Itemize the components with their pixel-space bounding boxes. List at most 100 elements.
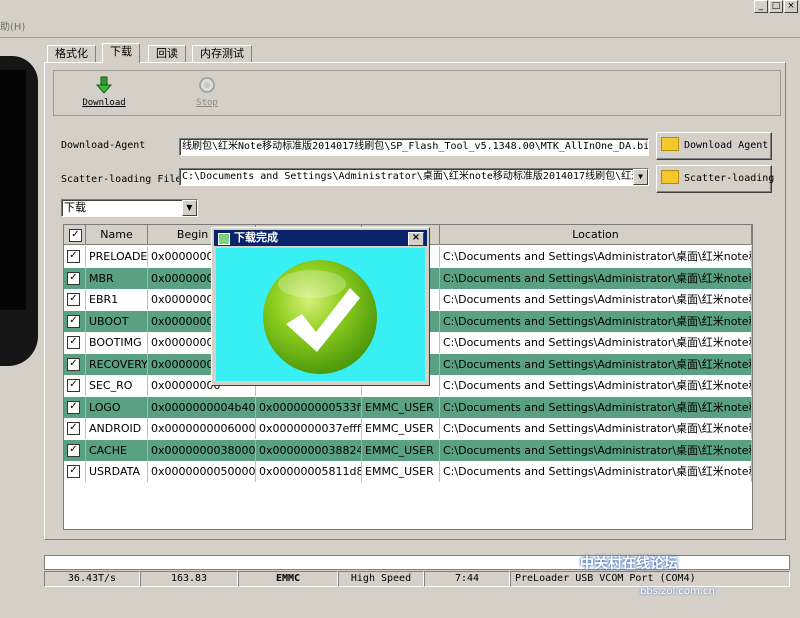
row-checkbox-cell: ✓ <box>64 332 86 353</box>
tab-readback[interactable]: 回读 <box>148 45 186 62</box>
row-checkbox-cell: ✓ <box>64 289 86 310</box>
phone-image <box>0 56 38 366</box>
cell-name: EBR1 <box>86 289 148 310</box>
watermark-site: 中关村在线论坛 <box>580 556 678 572</box>
app-window-frame: 助(H) _ □ × <box>0 0 800 38</box>
cell-end: 0x0000000037effff <box>256 418 362 439</box>
folder-icon <box>661 170 679 184</box>
table-row[interactable]: ✓ CACHE0x00000000380000000x00000000388240… <box>64 439 752 461</box>
tab-memory-test[interactable]: 内存测试 <box>192 45 252 62</box>
cell-name: BOOTIMG <box>86 332 148 353</box>
cell-location: C:\Documents and Settings\Administrator\… <box>440 396 752 418</box>
row-checkbox[interactable]: ✓ <box>67 443 80 457</box>
row-checkbox[interactable]: ✓ <box>67 336 80 349</box>
cell-region: EMMC_USER <box>362 439 440 461</box>
cell-region: EMMC_USER <box>362 418 440 439</box>
row-checkbox-cell: ✓ <box>64 246 86 267</box>
row-checkbox[interactable]: ✓ <box>67 314 80 328</box>
download-button[interactable]: Download <box>76 76 132 108</box>
mode-select[interactable]: 下载 ▼ <box>61 199 198 217</box>
app-icon <box>218 233 230 245</box>
cell-location: C:\Documents and Settings\Administrator\… <box>440 332 752 353</box>
cell-begin: 0x0000000004b40000 <box>148 396 256 418</box>
dialog-title-bar[interactable]: 下载完成 × <box>214 230 427 246</box>
row-checkbox[interactable]: ✓ <box>67 250 80 263</box>
cell-location: C:\Documents and Settings\Administrator\… <box>440 439 752 461</box>
checkmark-icon <box>263 260 377 374</box>
row-checkbox-cell: ✓ <box>64 439 86 461</box>
row-checkbox-cell: ✓ <box>64 461 86 482</box>
table-row[interactable]: ✓ LOGO0x0000000004b400000x000000000533fff… <box>64 396 752 418</box>
cell-end: 0x00000005811d813 <box>256 461 362 482</box>
table-row[interactable]: ✓ ANDROID0x00000000060000000x0000000037ef… <box>64 418 752 439</box>
cell-name: MBR <box>86 267 148 289</box>
header-location[interactable]: Location <box>440 225 752 245</box>
cell-location: C:\Documents and Settings\Administrator\… <box>440 246 752 267</box>
cell-region: EMMC_USER <box>362 396 440 418</box>
row-checkbox-cell: ✓ <box>64 375 86 396</box>
close-window-icon[interactable]: × <box>784 0 798 13</box>
folder-icon <box>661 137 679 151</box>
toolbar <box>53 70 781 116</box>
cell-end: 0x00000000388240e7 <box>256 439 362 461</box>
scatter-file-select[interactable]: C:\Documents and Settings\Administrator\… <box>179 168 649 186</box>
status-storage: EMMC <box>238 571 338 587</box>
minimize-icon[interactable]: _ <box>754 0 768 13</box>
status-speed: 36.43T/s <box>44 571 140 587</box>
row-checkbox-cell: ✓ <box>64 418 86 439</box>
cell-name: UBOOT <box>86 310 148 332</box>
stop-label: Stop <box>196 98 218 108</box>
cell-location: C:\Documents and Settings\Administrator\… <box>440 310 752 332</box>
row-checkbox-cell: ✓ <box>64 353 86 375</box>
stop-button[interactable]: Stop <box>184 76 230 108</box>
progress-bar <box>44 555 790 570</box>
row-checkbox-cell: ✓ <box>64 310 86 332</box>
download-label: Download <box>82 98 126 108</box>
cell-begin: 0x0000000050000000 <box>148 461 256 482</box>
stop-icon <box>199 77 215 93</box>
chevron-down-icon[interactable]: ▼ <box>633 169 648 185</box>
watermark-url: bbs.zol.com.cn <box>640 586 715 597</box>
row-checkbox[interactable]: ✓ <box>67 271 80 285</box>
chevron-down-icon[interactable]: ▼ <box>182 200 197 216</box>
cell-begin: 0x0000000006000000 <box>148 418 256 439</box>
status-port: PreLoader USB VCOM Port (COM4) <box>510 571 790 587</box>
download-agent-label: Download-Agent <box>61 140 146 151</box>
row-checkbox-cell: ✓ <box>64 396 86 418</box>
dialog-body <box>216 248 425 381</box>
cell-name: PRELOADER <box>86 246 148 267</box>
maximize-icon[interactable]: □ <box>769 0 783 13</box>
status-size: 163.83 <box>140 571 238 587</box>
row-checkbox[interactable]: ✓ <box>67 293 80 306</box>
cell-name: ANDROID <box>86 418 148 439</box>
row-checkbox-cell: ✓ <box>64 267 86 289</box>
cell-begin: 0x0000000038000000 <box>148 439 256 461</box>
download-agent-button[interactable]: Download Agent <box>656 132 772 160</box>
cell-name: USRDATA <box>86 461 148 482</box>
header-checkbox-cell[interactable]: ✓ <box>64 225 86 245</box>
download-complete-dialog: 下载完成 × <box>211 227 430 386</box>
header-name[interactable]: Name <box>86 225 148 245</box>
row-checkbox[interactable]: ✓ <box>67 465 80 478</box>
close-icon[interactable]: × <box>408 232 424 246</box>
row-checkbox[interactable]: ✓ <box>67 357 80 371</box>
scatter-loading-button[interactable]: Scatter-loading <box>656 165 774 193</box>
cell-name: SEC_RO <box>86 375 148 396</box>
cell-name: CACHE <box>86 439 148 461</box>
download-agent-input[interactable]: 线刷包\红米Note移动标准版2014017线刷包\SP_Flash_Tool_… <box>179 138 649 156</box>
table-row[interactable]: ✓ USRDATA0x00000000500000000x00000005811d… <box>64 461 752 482</box>
row-checkbox[interactable]: ✓ <box>67 379 80 392</box>
row-checkbox[interactable]: ✓ <box>67 422 80 435</box>
cell-location: C:\Documents and Settings\Administrator\… <box>440 289 752 310</box>
cell-location: C:\Documents and Settings\Administrator\… <box>440 375 752 396</box>
row-checkbox[interactable]: ✓ <box>67 400 80 414</box>
cell-location: C:\Documents and Settings\Administrator\… <box>440 418 752 439</box>
tab-format[interactable]: 格式化 <box>47 45 96 62</box>
select-all-checkbox[interactable]: ✓ <box>69 229 82 242</box>
tab-download[interactable]: 下载 <box>102 43 140 63</box>
cell-location: C:\Documents and Settings\Administrator\… <box>440 267 752 289</box>
status-time: 7:44 <box>424 571 510 587</box>
menu-help[interactable]: 助(H) <box>0 18 25 33</box>
cell-end: 0x000000000533ffff <box>256 396 362 418</box>
status-usb-speed: High Speed <box>338 571 424 587</box>
